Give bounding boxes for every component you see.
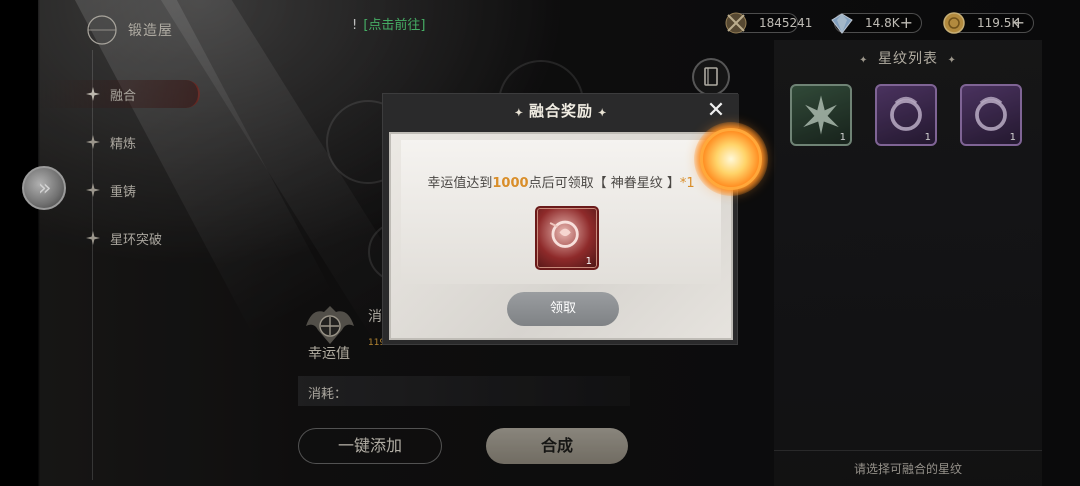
reward-prefix: 幸运值达到 xyxy=(427,176,493,191)
reward-suffix: 点后可领取【 神眷星纹 】 xyxy=(528,176,680,191)
reward-item-slot[interactable]: 1 xyxy=(535,206,599,270)
dialog-body: 幸运值达到1000点后可领取【 神眷星纹 】*1 1 领取 xyxy=(389,132,733,340)
sparkle-icon: ✦ xyxy=(598,108,608,119)
reward-threshold: 1000 xyxy=(492,176,529,191)
reward-panel: 幸运值达到1000点后可领取【 神眷星纹 】*1 1 xyxy=(401,140,721,284)
claim-button[interactable]: 领取 xyxy=(507,292,619,326)
item-count: 1 xyxy=(585,256,592,267)
reward-multiplier: *1 xyxy=(679,176,695,191)
glow-ring xyxy=(700,128,762,190)
fusion-reward-dialog: ✦ 融合奖励 ✦ ✕ 幸运值达到1000点后可领取【 神眷星纹 】*1 1 领取 xyxy=(382,93,739,345)
sparkle-icon: ✦ xyxy=(514,108,524,119)
dialog-header: ✦ 融合奖励 ✦ xyxy=(383,94,739,128)
dialog-title-text: 融合奖励 xyxy=(528,102,593,120)
close-button[interactable]: ✕ xyxy=(703,98,729,124)
reward-description: 幸运值达到1000点后可领取【 神眷星纹 】*1 xyxy=(401,172,721,191)
dialog-title: ✦ 融合奖励 ✦ xyxy=(510,102,613,120)
